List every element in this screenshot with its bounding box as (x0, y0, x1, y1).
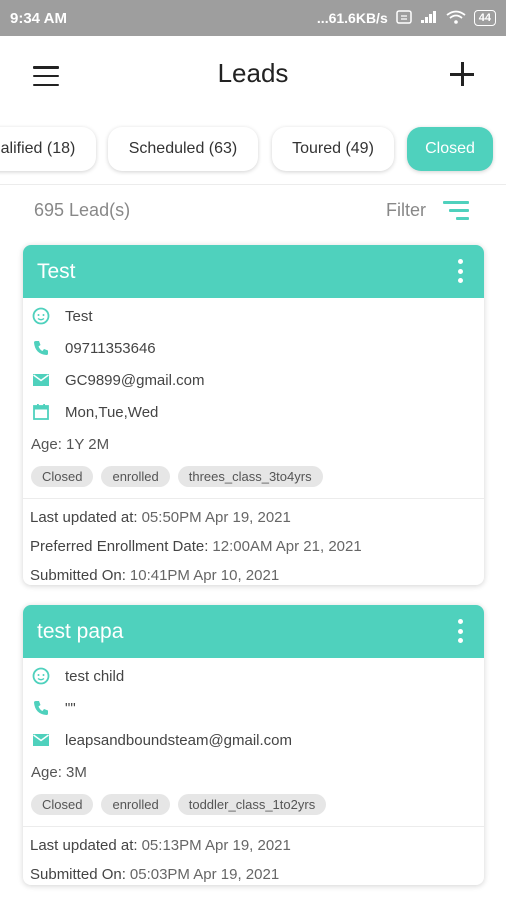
submitted-row: Submitted On: 10:41PM Apr 10, 2021 (23, 561, 484, 585)
lead-card[interactable]: test papa test child "" leapsandboundste… (23, 605, 484, 885)
email-row: leapsandboundsteam@gmail.com (31, 724, 476, 756)
calendar-icon (31, 402, 51, 422)
status-icons: ...61.6KB/s 44 (316, 9, 496, 27)
child-row: test child (31, 660, 476, 692)
preferred-days: Mon,Tue,Wed (65, 403, 159, 421)
child-age: Age: 1Y 2M (31, 435, 110, 453)
last-updated-value: 05:50PM Apr 19, 2021 (141, 509, 291, 526)
child-row: Test (31, 300, 476, 332)
status-bar: 9:34 AM ...61.6KB/s 44 (0, 0, 506, 36)
tab-qualified[interactable]: alified (18) (0, 127, 96, 171)
tag: Closed (31, 465, 94, 487)
signal-icon (420, 10, 438, 27)
tag: Closed (31, 793, 94, 815)
lead-card-body: Test 09711353646 GC9899@gmail.com Mon,Tu… (23, 300, 484, 492)
phone-number: "" (65, 699, 76, 717)
tab-closed[interactable]: Closed (407, 127, 493, 171)
email-row: GC9899@gmail.com (31, 364, 476, 396)
battery-icon: 44 (473, 10, 496, 26)
tag-list: Closed enrolled threes_class_3to4yrs (31, 460, 476, 492)
last-updated-label: Last updated at: (30, 837, 138, 854)
phone-row: "" (31, 692, 476, 724)
preferred-enrollment-value: 12:00AM Apr 21, 2021 (212, 538, 362, 555)
status-tabs: alified (18) Scheduled (63) Toured (49) … (0, 127, 506, 173)
preferred-enrollment-label: Preferred Enrollment Date: (30, 538, 209, 555)
tab-toured[interactable]: Toured (49) (272, 127, 394, 171)
child-age: Age: 3M (31, 763, 87, 781)
filter-button[interactable]: Filter (386, 200, 426, 221)
lead-card-header: Test (23, 245, 484, 298)
child-face-icon (31, 666, 51, 686)
submitted-row: Submitted On: 05:03PM Apr 19, 2021 (23, 860, 484, 885)
phone-icon (31, 338, 51, 358)
wifi-icon (446, 10, 466, 27)
lead-card[interactable]: Test Test 09711353646 GC9899@gmail.com M… (23, 245, 484, 585)
tag: toddler_class_1to2yrs (177, 793, 327, 815)
lead-name: test papa (37, 619, 124, 643)
last-updated-row: Last updated at: 05:13PM Apr 19, 2021 (23, 831, 484, 860)
filter-icon[interactable] (443, 201, 469, 220)
divider (0, 184, 506, 185)
tab-scheduled[interactable]: Scheduled (63) (108, 127, 258, 171)
more-options-icon[interactable] (458, 259, 464, 283)
tag-list: Closed enrolled toddler_class_1to2yrs (31, 788, 476, 820)
submitted-label: Submitted On: (30, 567, 126, 584)
network-speed: ...61.6KB/s (316, 10, 388, 26)
last-updated-label: Last updated at: (30, 509, 138, 526)
child-name: Test (65, 307, 93, 325)
lead-count: 695 Lead(s) (34, 200, 131, 220)
more-options-icon[interactable] (458, 619, 464, 643)
app-header: Leads (0, 36, 506, 116)
last-updated-row: Last updated at: 05:50PM Apr 19, 2021 (23, 503, 484, 532)
add-lead-plus-icon[interactable] (450, 62, 474, 86)
email-address: leapsandboundsteam@gmail.com (65, 731, 293, 749)
last-updated-value: 05:13PM Apr 19, 2021 (141, 837, 291, 854)
phone-row: 09711353646 (31, 332, 476, 364)
child-name: test child (65, 667, 125, 685)
lead-name: Test (37, 259, 76, 283)
days-row: Mon,Tue,Wed (31, 396, 476, 428)
page-title: Leads (217, 58, 289, 88)
email-icon (31, 730, 51, 750)
tag: enrolled (101, 793, 170, 815)
submitted-value: 05:03PM Apr 19, 2021 (129, 866, 280, 883)
tag: enrolled (101, 465, 170, 487)
email-icon (31, 370, 51, 390)
preferred-enrollment-row: Preferred Enrollment Date: 12:00AM Apr 2… (23, 532, 484, 561)
phone-number: 09711353646 (65, 339, 156, 357)
phone-icon (31, 698, 51, 718)
submitted-label: Submitted On: (30, 866, 126, 883)
child-face-icon (31, 306, 51, 326)
email-address: GC9899@gmail.com (65, 371, 205, 389)
tag: threes_class_3to4yrs (177, 465, 323, 487)
status-time: 9:34 AM (10, 9, 67, 27)
submitted-value: 10:41PM Apr 10, 2021 (129, 567, 280, 584)
lead-card-header: test papa (23, 605, 484, 658)
lead-card-body: test child "" leapsandboundsteam@gmail.c… (23, 660, 484, 820)
sim-icon (396, 9, 412, 27)
